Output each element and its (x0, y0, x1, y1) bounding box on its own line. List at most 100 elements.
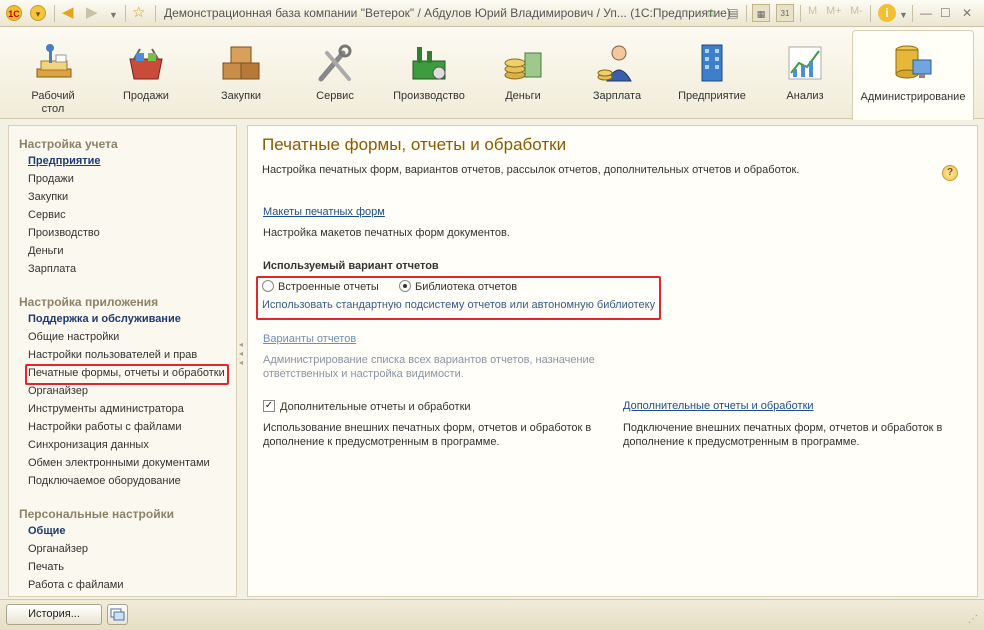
restore-button[interactable]: M- (850, 5, 863, 17)
nav-item-data-sync[interactable]: Синхронизация данных (28, 439, 149, 451)
back-arrow-icon[interactable]: ◀ (62, 4, 74, 22)
section-label: Продажи (123, 90, 169, 102)
nav-item-organizer[interactable]: Органайзер (28, 385, 88, 397)
coins-icon (504, 52, 542, 80)
print-layouts-link[interactable]: Макеты печатных форм (263, 206, 385, 218)
nav-group-title: Настройка приложения (19, 295, 159, 309)
nav-item-general-settings[interactable]: Общие настройки (28, 331, 119, 343)
help-icon[interactable]: ? (942, 165, 958, 181)
additional-reports-checkbox[interactable]: ✓ (263, 400, 275, 412)
nav-item-purchases[interactable]: Закупки (28, 191, 68, 203)
toolbar-separator (155, 5, 156, 22)
maximize-button[interactable]: M+ (826, 5, 842, 17)
section-label: Анализ (786, 90, 824, 102)
nav-item-production[interactable]: Производство (28, 227, 100, 239)
section-label: Предприятие (678, 90, 746, 102)
report-variants-link[interactable]: Варианты отчетов (263, 333, 356, 345)
print-layouts-description: Настройка макетов печатных форм документ… (263, 227, 510, 239)
windows-icon (110, 608, 125, 621)
section-label: Администрирование (860, 91, 966, 103)
section-salary[interactable]: Зарплата (578, 27, 656, 119)
section-enterprise[interactable]: Предприятие (670, 27, 754, 119)
calculator-icon[interactable]: ▦ (752, 4, 770, 22)
section-label: Рабочий стол (31, 90, 75, 115)
main-menu-icon[interactable]: ▾ (30, 5, 46, 21)
highlight-frame (256, 276, 661, 320)
section-money[interactable]: Деньги (486, 27, 560, 119)
sections-panel: Рабочий стол Продажи Закупки Сервис Прои… (0, 27, 984, 120)
history-button[interactable]: История... (6, 604, 102, 625)
section-label: Зарплата (592, 90, 642, 102)
nav-item-admin-tools[interactable]: Инструменты администратора (28, 403, 184, 415)
status-bar: История... ⋰ (0, 599, 984, 630)
nav-item-file-settings[interactable]: Настройки работы с файлами (28, 421, 182, 433)
panel-splitter-handle[interactable]: ◂ ◂ ◂ (238, 340, 244, 368)
nav-item-personal-general[interactable]: Общие (28, 525, 66, 537)
section-administration[interactable]: Администрирование (852, 30, 974, 120)
minimize-window-icon[interactable]: — (920, 4, 932, 22)
nav-item-money[interactable]: Деньги (28, 245, 64, 257)
section-purchases[interactable]: Закупки (202, 27, 280, 119)
sidebar-navigation: Настройка учета Предприятие Продажи Заку… (8, 125, 237, 597)
section-label: Деньги (505, 90, 541, 102)
section-desktop[interactable]: Рабочий стол (14, 27, 92, 119)
favorites-star-icon[interactable]: ☆ (132, 4, 145, 22)
desktop-icon (36, 44, 72, 78)
section-label: Закупки (220, 90, 262, 102)
section-production[interactable]: Производство (386, 27, 472, 119)
history-dropdown-icon[interactable]: ▼ (109, 6, 118, 24)
nav-group-title: Персональные настройки (19, 507, 174, 521)
page-description: Настройка печатных форм, вариантов отчет… (262, 164, 800, 176)
section-sales[interactable]: Продажи (106, 27, 186, 119)
nav-item-salary[interactable]: Зарплата (28, 263, 76, 275)
boxes-icon (222, 46, 260, 80)
section-analysis[interactable]: Анализ (768, 27, 842, 119)
shopping-basket-icon (129, 48, 163, 80)
additional-reports-link-description: Подключение внешних печатных форм, отчет… (623, 422, 943, 448)
nav-item-personal-organizer[interactable]: Органайзер (28, 543, 88, 555)
report-variant-heading: Используемый вариант отчетов (263, 260, 439, 272)
info-dropdown-icon[interactable]: ▼ (899, 6, 908, 24)
nav-item-sales[interactable]: Продажи (28, 173, 74, 185)
nav-group-title: Настройка учета (19, 137, 118, 151)
toolbar-separator (125, 5, 126, 22)
page-title: Печатные формы, отчеты и обработки (262, 135, 567, 154)
forward-arrow-icon[interactable]: ▶ (86, 4, 98, 22)
section-label: Производство (393, 90, 465, 102)
add-favorite-icon[interactable]: ☆ (702, 4, 720, 22)
bookmark-icon[interactable]: ▤ (724, 4, 742, 22)
nav-item-equipment[interactable]: Подключаемое оборудование (28, 475, 181, 487)
maximize-window-icon[interactable]: ☐ (940, 4, 951, 22)
nav-item-service[interactable]: Сервис (28, 209, 66, 221)
building-icon (701, 44, 723, 82)
resize-grip-icon[interactable]: ⋰ (968, 614, 978, 625)
nav-item-edi[interactable]: Обмен электронными документами (28, 457, 210, 469)
app-logo-icon[interactable]: 1С (6, 5, 22, 21)
highlight-frame (25, 364, 229, 385)
additional-reports-description: Использование внешних печатных форм, отч… (263, 422, 592, 448)
main-content: Печатные формы, отчеты и обработки Настр… (247, 125, 978, 597)
toolbar-separator (746, 5, 747, 22)
toolbar-separator (870, 5, 871, 22)
additional-reports-checkbox-label[interactable]: Дополнительные отчеты и обработки (280, 400, 471, 414)
minimize-button[interactable]: M (808, 5, 817, 17)
calendar-icon[interactable]: 31 (776, 4, 794, 22)
tools-icon (318, 44, 352, 82)
report-variants-description: Администрирование списка всех вариантов … (263, 354, 595, 380)
additional-reports-link[interactable]: Дополнительные отчеты и обработки (623, 400, 814, 412)
nav-item-enterprise[interactable]: Предприятие (28, 155, 101, 167)
toolbar-separator (912, 5, 913, 22)
toolbar-separator (54, 5, 55, 22)
section-service[interactable]: Сервис (296, 27, 374, 119)
close-window-icon[interactable]: ✕ (962, 4, 972, 22)
windows-button[interactable] (107, 604, 128, 625)
title-bar: 1С ▾ ◀ ▶ ▼ ☆ Демонстрационная база компа… (0, 0, 984, 27)
info-icon[interactable]: i (878, 4, 896, 22)
window-title: Демонстрационная база компании "Ветерок"… (164, 6, 731, 20)
nav-item-user-settings[interactable]: Настройки пользователей и прав (28, 349, 197, 361)
nav-item-support[interactable]: Поддержка и обслуживание (28, 313, 181, 325)
nav-item-print[interactable]: Печать (28, 561, 64, 573)
nav-item-files[interactable]: Работа с файлами (28, 579, 123, 591)
factory-icon (412, 47, 446, 80)
toolbar-separator (800, 5, 801, 22)
